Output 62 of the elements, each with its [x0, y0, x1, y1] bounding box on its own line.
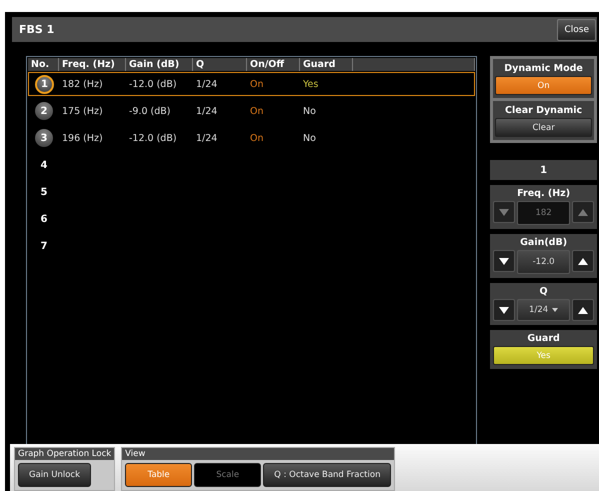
table-cell: Yes [303, 78, 318, 90]
table-cell: On [250, 78, 264, 90]
table-cell: -12.0 (dB) [129, 132, 177, 144]
section-label: Dynamic Mode [504, 62, 583, 76]
band-number: 4 [40, 158, 48, 172]
clear-button[interactable]: Clear [495, 118, 592, 137]
table-cell: -12.0 (dB) [129, 78, 177, 90]
table-cell: On [250, 106, 264, 116]
value-field[interactable]: -12.0 [517, 250, 570, 274]
table-cell: -9.0 (dB) [129, 106, 171, 116]
down-triangle-icon [499, 306, 510, 314]
band-number-badge: 1 [35, 74, 54, 94]
band-number-badge: 3 [35, 129, 53, 147]
table-row[interactable]: 3 196 (Hz) -12.0 (dB) 1/24 On No [28, 126, 476, 150]
table-cell: No [303, 106, 316, 116]
band-number-label: 1 [490, 160, 597, 180]
table-row[interactable]: 6 [28, 207, 476, 231]
table-cell: 196 (Hz) [62, 132, 103, 144]
up-triangle-icon [578, 208, 588, 216]
band-number: 7 [40, 240, 48, 254]
table-row[interactable]: 2 175 (Hz) -9.0 (dB) 1/24 On No [28, 99, 476, 123]
up-triangle-icon [578, 306, 588, 314]
value-dropdown[interactable]: 1/24 [517, 299, 570, 321]
parameter-label: Freq. (Hz) [517, 187, 570, 201]
table-cell: On [250, 132, 264, 144]
table-cell: 182 (Hz) [62, 78, 103, 90]
band-number-badge: 2 [35, 102, 53, 120]
column-header: Q [193, 58, 247, 71]
up-triangle-icon [578, 258, 588, 264]
group-title: View [122, 448, 394, 460]
table-cell: 1/24 [196, 132, 218, 144]
decrement-button[interactable] [493, 299, 516, 321]
table-cell: 175 (Hz) [62, 106, 103, 116]
band-number: 5 [40, 186, 48, 200]
increment-button[interactable] [572, 250, 594, 272]
parameter-label: Gain(dB) [520, 236, 568, 250]
down-triangle-icon [499, 258, 510, 264]
table-cell: No [303, 132, 316, 144]
table-row[interactable]: 1 182 (Hz) -12.0 (dB) 1/24 On Yes [28, 72, 476, 96]
close-button[interactable]: Close [557, 18, 596, 40]
down-triangle-icon [499, 208, 510, 216]
caret-icon [552, 308, 558, 312]
table-cell: 1/24 [196, 78, 218, 90]
section-label: Clear Dynamic [505, 104, 582, 118]
column-header: Gain (dB) [126, 58, 193, 71]
group-title: Graph Operation Lock [15, 448, 114, 460]
table-cell: 1/24 [196, 106, 218, 116]
column-header: Guard [300, 58, 353, 71]
view-button[interactable]: Q : Octave Band Fraction [263, 463, 392, 487]
parameter-label: Guard [527, 332, 560, 346]
band-number: 6 [40, 212, 48, 226]
window-title: FBS 1 [19, 23, 54, 36]
column-header: No. [28, 58, 59, 71]
table-row[interactable]: 5 [28, 180, 476, 204]
parameter-label: Q [540, 285, 548, 299]
column-header: On/Off [247, 58, 300, 71]
view-button[interactable]: Gain Unlock [18, 463, 92, 487]
table-row[interactable]: 4 [28, 153, 476, 177]
column-header: Freq. (Hz) [59, 58, 126, 71]
table-row[interactable]: 7 [28, 234, 476, 258]
increment-button[interactable] [572, 299, 594, 321]
decrement-button[interactable] [493, 250, 516, 272]
